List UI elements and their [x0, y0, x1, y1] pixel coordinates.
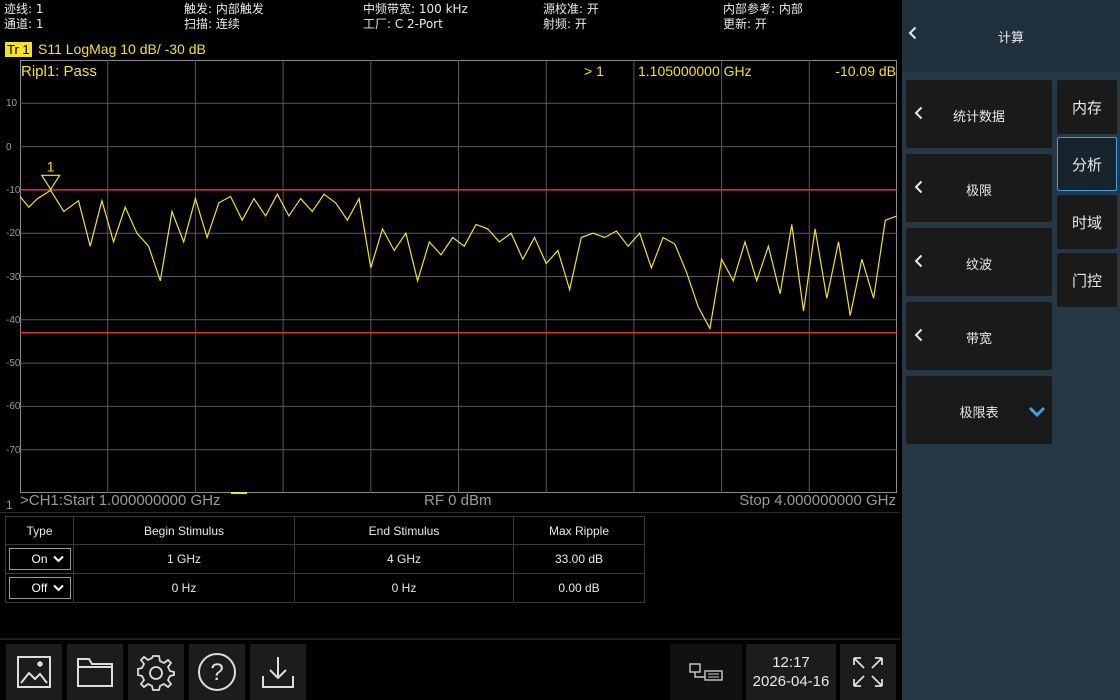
clock-date: 2026-04-16: [752, 673, 830, 690]
softkey-ripple[interactable]: 纹波: [906, 228, 1052, 296]
clock[interactable]: 12:17 2026-04-16: [746, 644, 836, 700]
source-cal-status: 源校准: 开: [543, 2, 599, 16]
column-header-max-ripple: Max Ripple: [513, 516, 645, 545]
plot-area[interactable]: 1: [20, 60, 897, 493]
softkey-label: 带宽: [965, 332, 992, 347]
marker-value: -10.09 dB: [835, 63, 896, 79]
y-tick-label: 0: [6, 141, 12, 153]
clock-time: 12:17: [772, 654, 810, 671]
marker-1[interactable]: 1: [40, 158, 61, 191]
channel-count: 通道: 1: [4, 17, 44, 31]
y-tick-label: -30: [6, 271, 21, 283]
column-header-begin-stimulus: Begin Stimulus: [73, 516, 295, 545]
ripple-limit-panel: Type Begin Stimulus End Stimulus Max Rip…: [0, 512, 900, 640]
sweep-status: 扫描: 连续: [184, 17, 240, 31]
softkey-label: 极限: [965, 184, 992, 199]
softkey-bandwidth[interactable]: 带宽: [906, 302, 1052, 370]
softkey-panel: 计算 统计数据 极限 纹波 带宽 极限表 内存 分析 时域 门控: [902, 0, 1120, 700]
help-icon: ?: [198, 653, 236, 691]
marker-triangle-icon: [40, 174, 61, 191]
max-ripple-cell[interactable]: 33.00 dB: [513, 544, 645, 574]
expand-arrows-icon: [853, 657, 883, 687]
menu-header[interactable]: 计算: [902, 0, 1120, 72]
type-dropdown[interactable]: Off: [8, 577, 71, 599]
reference-status: 内部参考: 内部: [723, 2, 803, 16]
begin-stimulus-cell[interactable]: 1 GHz: [73, 544, 295, 574]
y-tick-label: -60: [6, 401, 21, 413]
end-stimulus-cell[interactable]: 0 Hz: [294, 573, 514, 603]
fullscreen-button[interactable]: [840, 644, 896, 700]
column-header-type: Type: [5, 516, 74, 545]
ripple-status: Ripl1: Pass: [21, 63, 97, 80]
y-tick-label: -70: [6, 444, 21, 456]
gear-icon: [137, 655, 175, 691]
trace-count: 迹线: 1: [4, 2, 44, 16]
network-status[interactable]: [670, 644, 742, 700]
svg-text:?: ?: [210, 659, 223, 686]
file-browser-button[interactable]: [67, 644, 123, 700]
screenshot-button[interactable]: [6, 644, 62, 700]
y-tick-label: -10: [6, 184, 21, 196]
softkey-limit[interactable]: 极限: [906, 154, 1052, 222]
menu-title: 计算: [997, 31, 1024, 46]
column-header-end-stimulus: End Stimulus: [294, 516, 514, 545]
trace-color-swatch: [231, 492, 247, 494]
max-ripple-cell[interactable]: 0.00 dB: [513, 573, 645, 603]
trigger-status: 触发: 内部触发: [184, 2, 264, 16]
trace-badge[interactable]: Tr 1: [5, 42, 32, 57]
source-power[interactable]: RF 0 dBm: [424, 492, 492, 509]
s11-chart[interactable]: 1: [20, 60, 897, 493]
marker-active-indicator: > 1: [584, 63, 604, 79]
y-tick-label: -20: [6, 228, 21, 240]
type-value: On: [31, 552, 48, 566]
cal-kit-status: 工厂: C 2-Port: [363, 17, 443, 31]
type-dropdown[interactable]: On: [8, 548, 71, 570]
marker-frequency: 1.105000000 GHz: [638, 63, 752, 79]
tab-time-domain[interactable]: 时域: [1057, 195, 1117, 249]
softkey-label: 统计数据: [952, 110, 1005, 125]
trace-description[interactable]: S11 LogMag 10 dB/ -30 dB: [38, 41, 206, 57]
marker-label: 1: [47, 158, 55, 174]
save-button[interactable]: [250, 644, 306, 700]
network-icon: [689, 663, 723, 681]
image-icon: [17, 656, 51, 688]
channel-row: 1 >CH1:Start 1.000000000 GHz RF 0 dBm St…: [0, 492, 900, 512]
if-bandwidth-status: 中频带宽: 100 kHz: [363, 2, 468, 16]
start-frequency[interactable]: >CH1:Start 1.000000000 GHz: [20, 492, 221, 509]
rf-status: 射频: 开: [543, 17, 587, 31]
softkey-limit-table[interactable]: 极限表: [906, 376, 1052, 444]
table-header-row: Type Begin Stimulus End Stimulus Max Rip…: [5, 516, 645, 545]
stop-frequency[interactable]: Stop 4.000000000 GHz: [739, 492, 896, 509]
update-status: 更新: 开: [723, 17, 767, 31]
tab-memory[interactable]: 内存: [1057, 80, 1117, 134]
bottom-toolbar: ? 12:17 2026-04-16: [0, 638, 900, 700]
y-tick-label: -40: [6, 314, 21, 326]
channel-number: 1: [6, 498, 13, 512]
type-cell: On: [5, 544, 74, 574]
ripple-limit-table: Type Begin Stimulus End Stimulus Max Rip…: [5, 516, 645, 603]
tab-gating[interactable]: 门控: [1057, 253, 1117, 307]
folder-icon: [77, 658, 113, 687]
table-row: On 1 GHz 4 GHz 33.00 dB: [5, 544, 645, 574]
begin-stimulus-cell[interactable]: 0 Hz: [73, 573, 295, 603]
trace-header: Tr 1 S11 LogMag 10 dB/ -30 dB: [0, 40, 900, 60]
softkey-statistics[interactable]: 统计数据: [906, 80, 1052, 148]
status-header: 迹线: 1 通道: 1 触发: 内部触发 扫描: 连续 中频带宽: 100 kH…: [0, 0, 900, 36]
chevron-down-icon: [1028, 402, 1046, 421]
end-stimulus-cell[interactable]: 4 GHz: [294, 544, 514, 574]
chevron-down-icon: [52, 555, 64, 563]
tab-analysis[interactable]: 分析: [1057, 137, 1117, 191]
chart-grid: [20, 60, 897, 493]
help-button[interactable]: ?: [189, 644, 245, 700]
type-value: Off: [31, 581, 48, 595]
y-tick-label: -50: [6, 358, 21, 370]
chevron-down-icon: [52, 584, 64, 592]
y-tick-label: 10: [6, 98, 18, 110]
table-row: Off 0 Hz 0 Hz 0.00 dB: [5, 573, 645, 603]
download-icon: [262, 657, 294, 688]
softkey-label: 纹波: [965, 258, 992, 273]
settings-button[interactable]: [128, 644, 184, 700]
type-cell: Off: [5, 573, 74, 603]
